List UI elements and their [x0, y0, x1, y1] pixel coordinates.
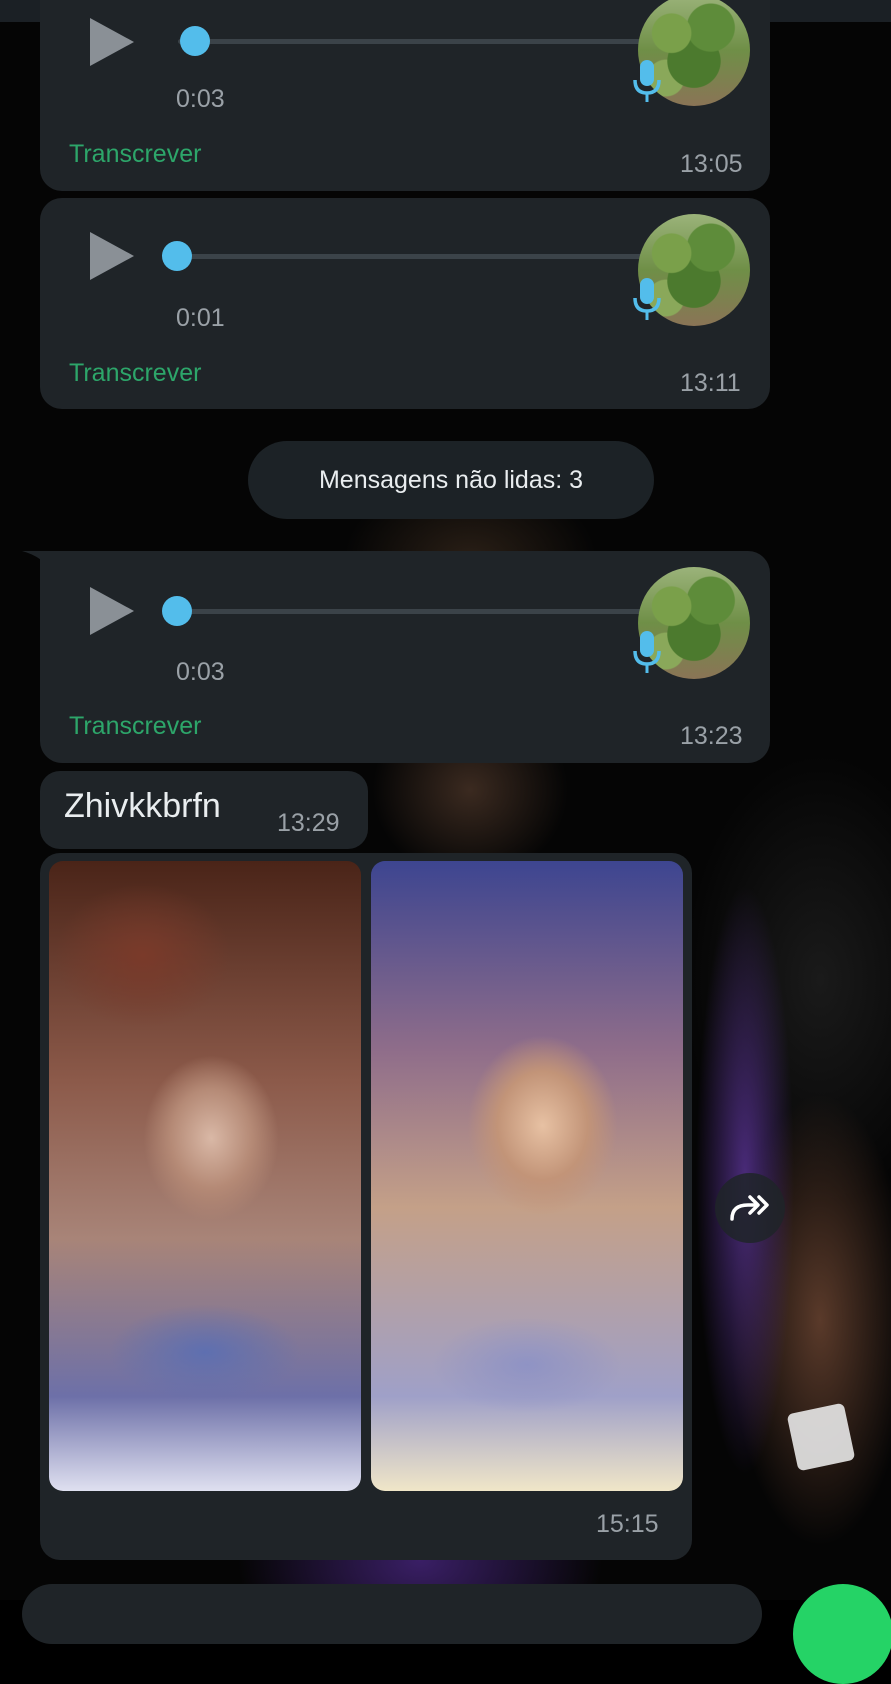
mic-icon [633, 278, 661, 320]
message-time: 13:29 [277, 809, 340, 837]
play-icon[interactable] [90, 18, 134, 66]
forward-icon [730, 1195, 769, 1221]
send-voice-button[interactable] [793, 1584, 891, 1684]
audio-progress-knob[interactable] [162, 596, 192, 626]
transcribe-button[interactable]: Transcrever [69, 712, 201, 741]
message-time: 13:23 [680, 722, 743, 750]
message-text: Zhivkkbrfn [64, 787, 221, 825]
album-photo[interactable] [49, 861, 361, 1491]
voice-message[interactable]: 0:01 Transcrever 13:11 [40, 198, 770, 409]
voice-message[interactable]: 0:03 Transcrever 13:23 [40, 551, 770, 763]
message-time: 13:05 [680, 150, 743, 178]
message-time: 13:11 [680, 369, 741, 397]
play-icon[interactable] [90, 587, 134, 635]
album-photo[interactable] [371, 861, 683, 1491]
text-message[interactable]: Zhivkkbrfn 13:29 [40, 771, 368, 849]
mic-icon [633, 631, 661, 673]
audio-progress-knob[interactable] [162, 241, 192, 271]
forward-button[interactable] [715, 1173, 785, 1243]
audio-progress-track[interactable] [178, 39, 654, 44]
mic-icon [633, 60, 661, 102]
audio-duration: 0:01 [176, 304, 225, 332]
message-time: 15:15 [596, 1510, 659, 1538]
message-composer[interactable] [22, 1584, 762, 1644]
transcribe-button[interactable]: Transcrever [69, 359, 201, 388]
audio-progress-track[interactable] [178, 609, 654, 614]
wallpaper-detail [786, 1402, 856, 1472]
audio-duration: 0:03 [176, 658, 225, 686]
transcribe-button[interactable]: Transcrever [69, 140, 201, 169]
audio-progress-knob[interactable] [180, 26, 210, 56]
voice-message[interactable]: 0:03 Transcrever 13:05 [40, 0, 770, 191]
audio-duration: 0:03 [176, 85, 225, 113]
play-icon[interactable] [90, 232, 134, 280]
photo-album-message[interactable]: 15:15 [40, 853, 692, 1560]
unread-messages-banner: Mensagens não lidas: 3 [248, 441, 654, 519]
audio-progress-track[interactable] [178, 254, 654, 259]
